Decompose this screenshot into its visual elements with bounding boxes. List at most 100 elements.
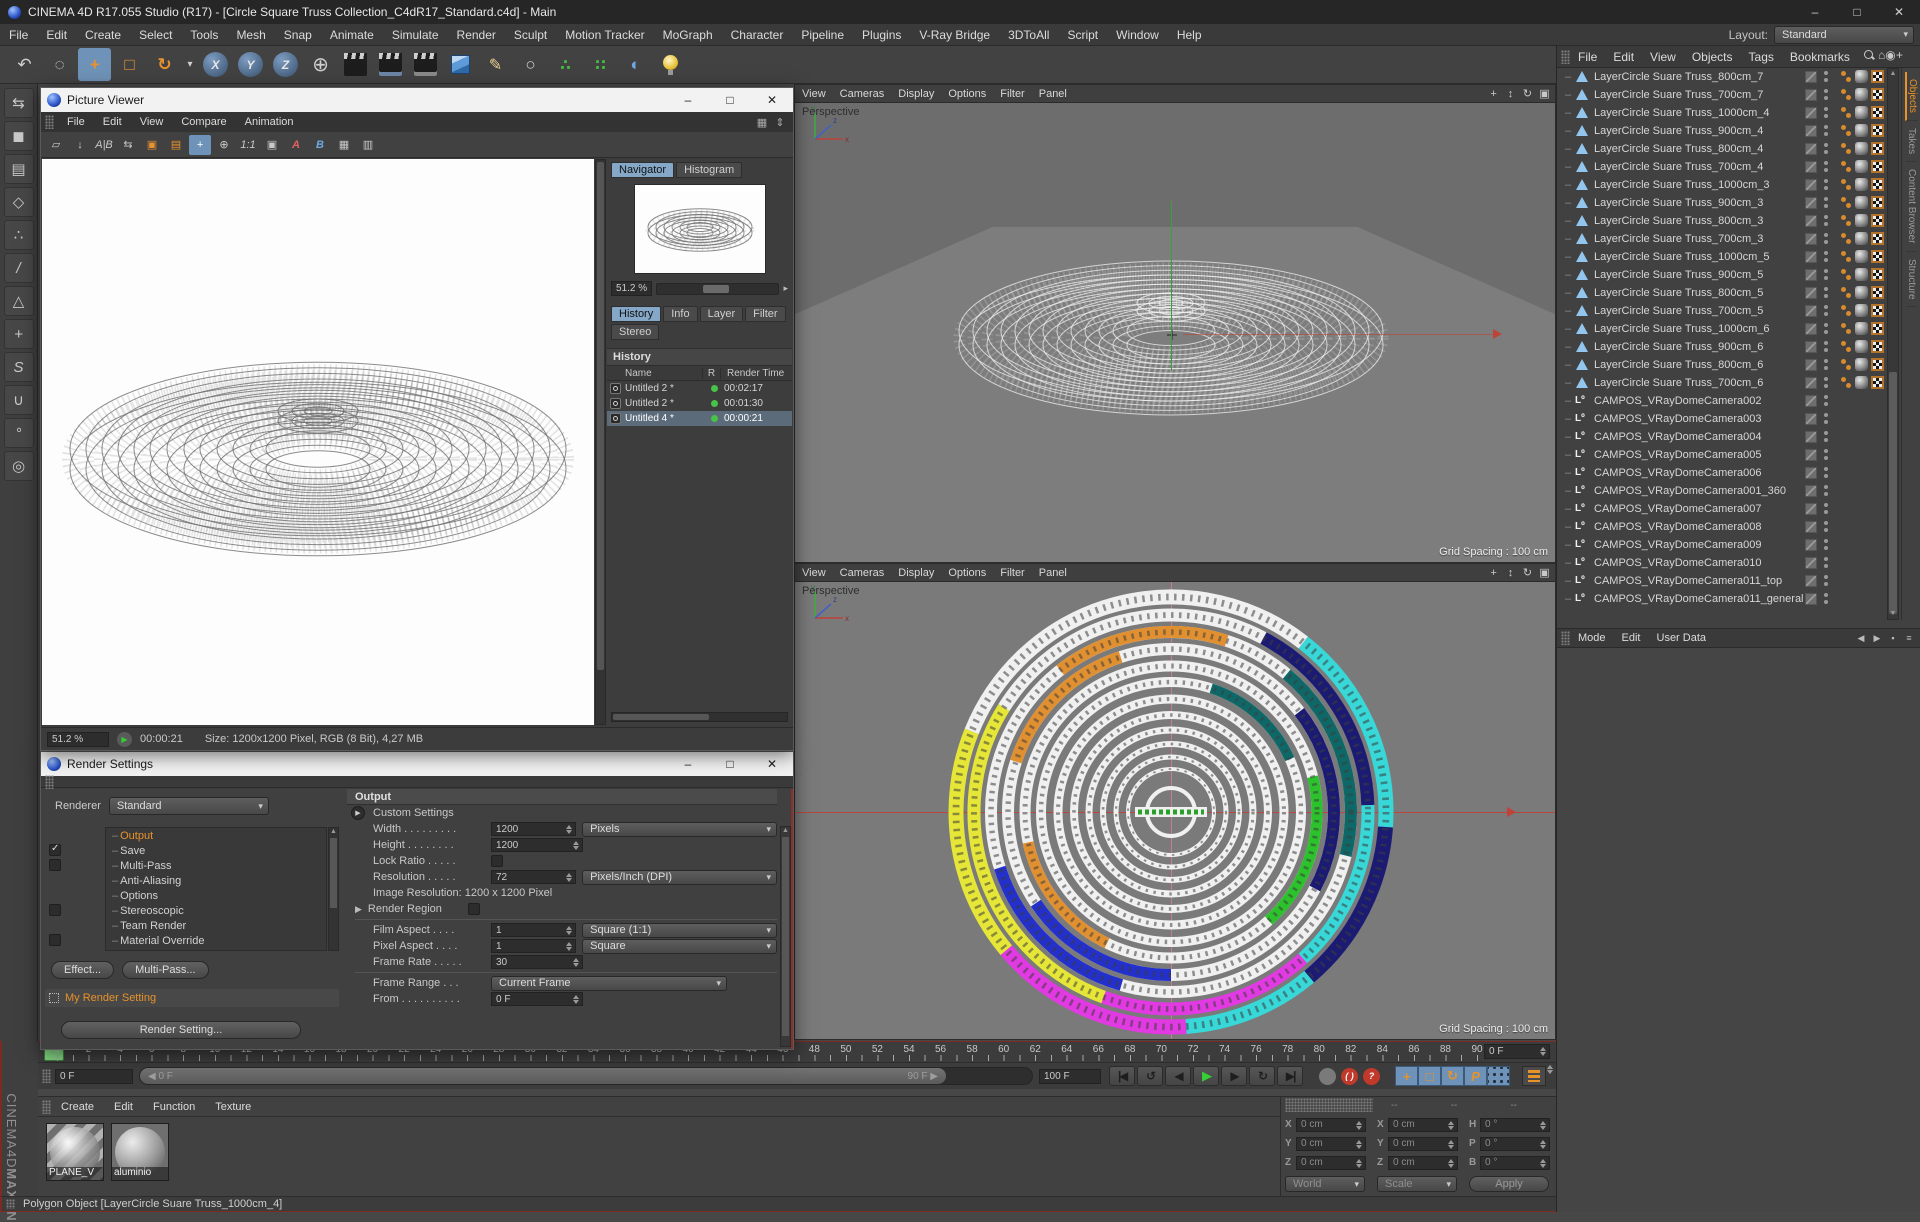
layer-color-chip[interactable]: [1805, 467, 1817, 479]
quantize-icon[interactable]: °: [4, 418, 34, 448]
object-manager-menu-item[interactable]: File: [1570, 50, 1605, 64]
sidebar-horizontal-scrollbar[interactable]: [611, 712, 788, 722]
visibility-dots[interactable]: [1823, 413, 1829, 425]
key-scale-button[interactable]: □: [1418, 1066, 1441, 1086]
transform-mode-select[interactable]: Scale▾: [1377, 1176, 1457, 1192]
sidebar-tab[interactable]: Filter: [745, 306, 785, 322]
film-aspect-select[interactable]: Square (1:1)▾: [582, 923, 777, 938]
menu-item[interactable]: Render: [448, 28, 505, 42]
viewport-canvas[interactable]: yxz Perspective Grid Spacing : 100 cm: [795, 103, 1555, 562]
object-row[interactable]: – CAMPOS_VRayDomeCamera005: [1557, 446, 1885, 464]
y-axis-lock-icon[interactable]: Y: [234, 48, 267, 81]
minimize-button[interactable]: –: [667, 752, 709, 776]
object-row[interactable]: – CAMPOS_VRayDomeCamera011_top: [1557, 572, 1885, 590]
visibility-dots[interactable]: [1823, 341, 1829, 353]
renderer-select[interactable]: Standard▾: [109, 797, 269, 815]
viewport-menu-item[interactable]: Filter: [993, 567, 1031, 579]
viewport-menu-item[interactable]: Options: [941, 567, 993, 579]
position-z-field[interactable]: 0 cm: [1296, 1156, 1366, 1170]
visibility-dots[interactable]: [1823, 287, 1829, 299]
sidebar-tab[interactable]: Info: [663, 306, 697, 322]
visibility-dots[interactable]: [1823, 359, 1829, 371]
layer-color-chip[interactable]: [1805, 233, 1817, 245]
panel-grip[interactable]: [1561, 50, 1570, 64]
size-z-field[interactable]: 0 cm: [1388, 1156, 1458, 1170]
object-tags[interactable]: [1841, 232, 1885, 246]
live-selection-icon[interactable]: ◌: [43, 48, 76, 81]
menu-item[interactable]: Plugins: [853, 28, 910, 42]
pan-view-icon[interactable]: +: [1485, 86, 1502, 102]
edges-mode-icon[interactable]: /: [4, 253, 34, 283]
range-start-field[interactable]: 0 F: [55, 1069, 133, 1084]
visibility-dots[interactable]: [1823, 521, 1829, 533]
split-view-icon[interactable]: ▥: [357, 135, 379, 155]
subdivision-surface-icon[interactable]: ∴: [549, 48, 582, 81]
visibility-dots[interactable]: [1823, 395, 1829, 407]
viewport-menu-item[interactable]: Display: [891, 88, 941, 100]
viewport-menu-item[interactable]: View: [795, 88, 833, 100]
add-object-icon[interactable]: +: [1896, 48, 1903, 62]
texture-mode-icon[interactable]: ▤: [4, 154, 34, 184]
dock-side-tab[interactable]: Content Browser: [1906, 162, 1917, 251]
material-menu-item[interactable]: Edit: [104, 1101, 143, 1113]
zoom-value[interactable]: 51.2 %: [611, 281, 652, 296]
add-cube-icon[interactable]: [444, 48, 477, 81]
object-row[interactable]: – CAMPOS_VRayDomeCamera007: [1557, 500, 1885, 518]
layer-color-chip[interactable]: [1805, 107, 1817, 119]
spline-primitive-icon[interactable]: ○: [514, 48, 547, 81]
menu-item[interactable]: Mesh: [227, 28, 274, 42]
object-tags[interactable]: [1841, 286, 1885, 300]
object-row[interactable]: – LayerCircle Suare Truss_900cm_3: [1557, 194, 1885, 212]
x-axis-lock-icon[interactable]: X: [199, 48, 232, 81]
next-frame-button[interactable]: ▶: [1221, 1066, 1247, 1086]
render-region-checkbox[interactable]: [468, 903, 480, 915]
navigator-tab[interactable]: Histogram: [676, 162, 742, 178]
object-row[interactable]: – LayerCircle Suare Truss_1000cm_6: [1557, 320, 1885, 338]
layer-color-chip[interactable]: [1805, 143, 1817, 155]
close-button[interactable]: ✕: [751, 752, 793, 776]
sidebar-tab[interactable]: History: [611, 306, 661, 322]
maximize-button[interactable]: □: [709, 752, 751, 776]
environment-icon[interactable]: ◐: [619, 48, 652, 81]
height-field[interactable]: 1200: [491, 838, 583, 852]
draw-spline-icon[interactable]: ✎: [479, 48, 512, 81]
visibility-dots[interactable]: [1823, 305, 1829, 317]
object-row[interactable]: – LayerCircle Suare Truss_900cm_4: [1557, 122, 1885, 140]
viewport-menu-item[interactable]: Filter: [993, 88, 1031, 100]
object-row[interactable]: – LayerCircle Suare Truss_800cm_7: [1557, 68, 1885, 86]
record-keyframe-button[interactable]: [1319, 1068, 1336, 1085]
effect-button[interactable]: Effect...: [51, 961, 114, 979]
visibility-dots[interactable]: [1823, 125, 1829, 137]
sections-scrollbar[interactable]: ▲: [328, 827, 339, 951]
panel-grip[interactable]: [1561, 631, 1570, 645]
object-row[interactable]: – CAMPOS_VRayDomeCamera002: [1557, 392, 1885, 410]
layer-color-chip[interactable]: [1805, 557, 1817, 569]
visibility-dots[interactable]: [1823, 71, 1829, 83]
model-mode-icon[interactable]: ◼: [4, 121, 34, 151]
actual-size-icon[interactable]: 1:1: [237, 135, 259, 155]
status-zoom-select[interactable]: 51.2 %: [47, 732, 109, 747]
object-row[interactable]: – LayerCircle Suare Truss_1000cm_5: [1557, 248, 1885, 266]
play-button[interactable]: ▶: [1193, 1066, 1219, 1086]
object-tags[interactable]: [1841, 124, 1885, 138]
visibility-dots[interactable]: [1823, 377, 1829, 389]
film-strip-icon[interactable]: ▤: [165, 135, 187, 155]
play-backwards-button[interactable]: ↺: [1137, 1066, 1163, 1086]
minimize-button[interactable]: –: [1794, 0, 1836, 24]
object-row[interactable]: – LayerCircle Suare Truss_800cm_6: [1557, 356, 1885, 374]
render-image-icon[interactable]: ▣: [141, 135, 163, 155]
expand-icon[interactable]: ▶: [355, 904, 362, 915]
preview-range-slider[interactable]: ◀ 0 F 90 F ▶: [139, 1067, 1033, 1085]
array-generator-icon[interactable]: ∷: [584, 48, 617, 81]
object-row[interactable]: – LayerCircle Suare Truss_900cm_6: [1557, 338, 1885, 356]
maximize-button[interactable]: □: [709, 88, 751, 112]
navigator-tab[interactable]: Navigator: [611, 162, 674, 178]
layer-color-chip[interactable]: [1805, 539, 1817, 551]
zoom-step-icon[interactable]: ▸: [783, 283, 788, 294]
object-tags[interactable]: [1841, 250, 1885, 264]
solo-mode-icon[interactable]: ◎: [4, 451, 34, 481]
object-tags[interactable]: [1841, 88, 1885, 102]
coordinate-system-icon[interactable]: ⊕: [304, 48, 337, 81]
autokeying-button[interactable]: ( ): [1341, 1068, 1358, 1085]
viewport-menu-item[interactable]: Cameras: [833, 88, 892, 100]
